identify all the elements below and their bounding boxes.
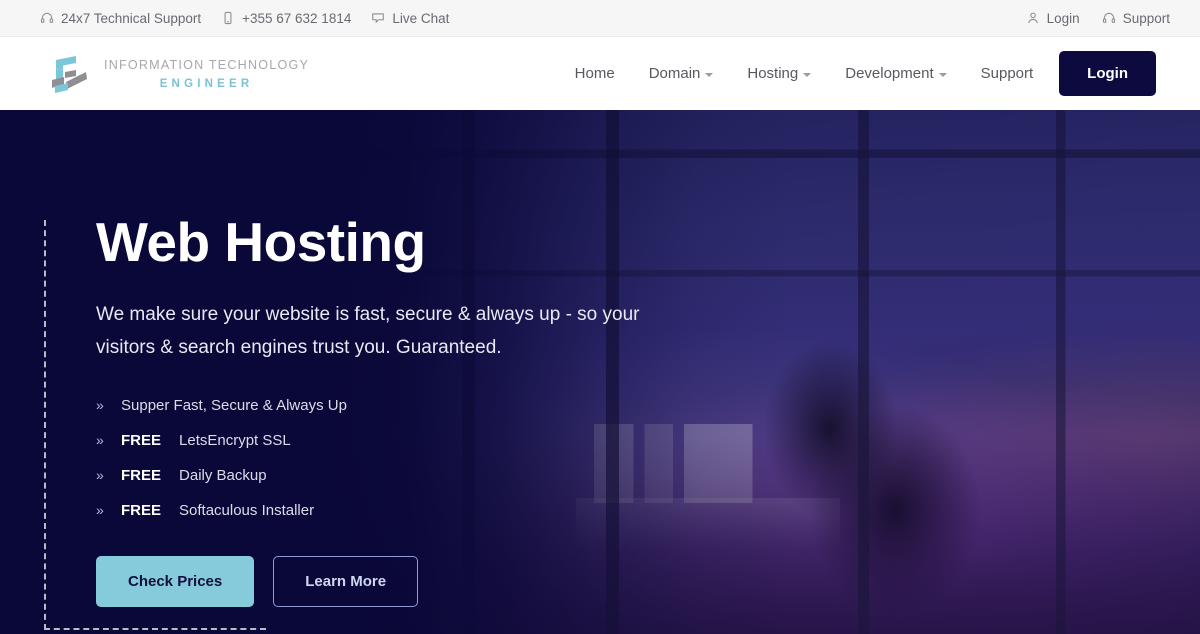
feature-text: Daily Backup <box>179 466 267 484</box>
site-header: INFORMATION TECHNOLOGY ENGINEER Home Dom… <box>0 37 1200 110</box>
topbar-login-item[interactable]: Login <box>1026 11 1080 26</box>
feature-free-badge: FREE <box>121 431 162 449</box>
topbar-phone-item[interactable]: +355 67 632 1814 <box>221 11 351 26</box>
topbar-support-label: 24x7 Technical Support <box>61 10 202 26</box>
user-icon <box>1026 11 1040 25</box>
headset-icon <box>1102 11 1116 25</box>
header-login-button[interactable]: Login <box>1059 51 1156 96</box>
feature-item: » FREE Softaculous Installer <box>96 502 716 520</box>
top-utility-bar: 24x7 Technical Support +355 67 632 1814 … <box>0 0 1200 37</box>
chevron-down-icon <box>705 72 714 77</box>
hero-content: Web Hosting We make sure your website is… <box>96 211 716 607</box>
topbar-livechat-item[interactable]: Live Chat <box>371 11 449 26</box>
double-chevron-right-icon: » <box>96 502 104 519</box>
nav-item-development[interactable]: Development <box>845 65 947 82</box>
nav-item-hosting-label: Hosting <box>747 65 799 82</box>
double-chevron-right-icon: » <box>96 397 104 414</box>
nav-item-support-label: Support <box>980 65 1034 82</box>
hero-inner: Web Hosting We make sure your website is… <box>0 110 1200 634</box>
main-navigation: Home Domain Hosting Development Support … <box>575 51 1156 96</box>
mobile-phone-icon <box>221 11 235 25</box>
double-chevron-right-icon: » <box>96 467 104 484</box>
topbar-phone-label: +355 67 632 1814 <box>242 10 352 26</box>
feature-free-badge: FREE <box>121 466 162 484</box>
feature-text: Supper Fast, Secure & Always Up <box>121 396 347 414</box>
topbar-support-link-label: Support <box>1122 10 1170 26</box>
topbar-login-label: Login <box>1046 10 1080 26</box>
feature-item: » FREE Daily Backup <box>96 467 716 485</box>
nav-item-development-label: Development <box>845 65 934 82</box>
nav-item-support[interactable]: Support <box>981 65 1034 82</box>
it-engineer-logo-icon <box>46 52 94 96</box>
chat-bubble-icon <box>371 11 385 25</box>
topbar-left-group: 24x7 Technical Support +355 67 632 1814 … <box>40 11 469 26</box>
hero-cta-row: Check Prices Learn More <box>96 555 716 607</box>
brand-line-1: INFORMATION TECHNOLOGY <box>104 57 310 72</box>
nav-item-hosting[interactable]: Hosting <box>747 65 812 82</box>
hero-title: Web Hosting <box>96 211 426 273</box>
topbar-support-item[interactable]: 24x7 Technical Support <box>40 11 201 26</box>
nav-item-domain-label: Domain <box>648 65 701 82</box>
brand-logo[interactable]: INFORMATION TECHNOLOGY ENGINEER <box>46 52 309 96</box>
topbar-support-link[interactable]: Support <box>1102 11 1170 26</box>
chevron-down-icon <box>938 72 947 77</box>
nav-item-home-label: Home <box>574 65 615 82</box>
hero-subtitle: We make sure your website is fast, secur… <box>96 303 640 358</box>
feature-item: » FREE LetsEncrypt SSL <box>96 432 716 450</box>
brand-line-2: ENGINEER <box>159 77 254 90</box>
topbar-right-group: Login Support <box>1004 11 1170 26</box>
hero-section: Web Hosting We make sure your website is… <box>0 110 1200 634</box>
double-chevron-right-icon: » <box>96 432 104 449</box>
brand-wordmark: INFORMATION TECHNOLOGY ENGINEER <box>104 57 309 90</box>
nav-item-domain[interactable]: Domain <box>649 65 714 82</box>
feature-text: Softaculous Installer <box>179 501 315 519</box>
feature-item: » Supper Fast, Secure & Always Up <box>96 397 716 415</box>
learn-more-button[interactable]: Learn More <box>273 555 419 607</box>
feature-free-badge: FREE <box>121 501 162 519</box>
chevron-down-icon <box>803 72 812 77</box>
nav-item-home[interactable]: Home <box>575 65 615 82</box>
headset-icon <box>40 11 54 25</box>
topbar-livechat-label: Live Chat <box>392 10 450 26</box>
hero-feature-list: » Supper Fast, Secure & Always Up » FREE… <box>96 397 716 520</box>
feature-text: LetsEncrypt SSL <box>179 431 291 449</box>
check-prices-button[interactable]: Check Prices <box>96 555 255 607</box>
